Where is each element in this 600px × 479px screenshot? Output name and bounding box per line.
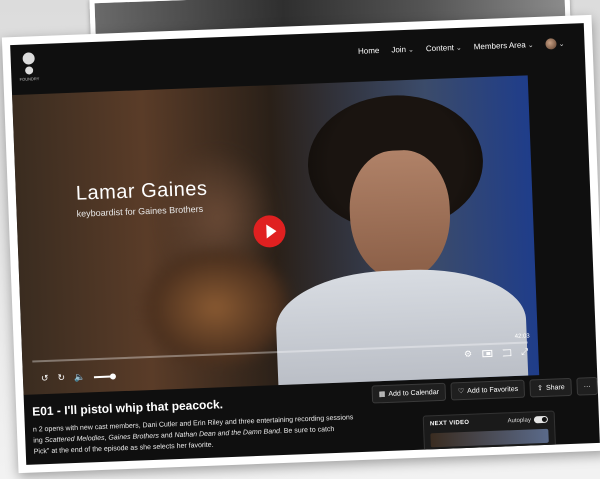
video-subject	[267, 91, 529, 395]
logo-mark	[22, 52, 35, 65]
band-link-scattered-melodies: Scattered Melodies	[44, 434, 105, 445]
share-label: Share	[545, 383, 565, 392]
next-video-panel: NEXT VIDEO Autoplay	[422, 410, 557, 458]
chevron-down-icon: ⌄	[455, 44, 462, 52]
add-to-favorites-label: Add to Favorites	[467, 385, 519, 395]
chevron-down-icon: ⌄	[407, 46, 415, 54]
chevron-down-icon: ⌄	[527, 41, 534, 49]
photo-print-frame: FOUNDRY Home Join ⌄ Content ⌄ Members Area…	[1, 14, 600, 474]
nav-members-area[interactable]: Members Area ⌄	[474, 40, 534, 51]
volume-slider-handle[interactable]	[110, 372, 117, 380]
video-lower-third: Lamar Gaines keyboardist for Gaines Brot…	[75, 178, 208, 219]
overlay-name: Lamar Gaines	[75, 177, 208, 205]
next-video-label: NEXT VIDEO	[429, 419, 470, 427]
top-nav: Home Join ⌄ Content ⌄ Members Area ⌄ ⌄	[358, 38, 565, 57]
nav-home-label: Home	[357, 46, 380, 56]
more-icon: ···	[583, 382, 591, 390]
picture-in-picture-icon[interactable]	[482, 349, 493, 358]
subject-face	[347, 148, 453, 283]
heart-icon: ♡	[457, 387, 465, 396]
logo-text: FOUNDRY	[19, 76, 40, 82]
video-player[interactable]: Lamar Gaines keyboardist for Gaines Brot…	[12, 75, 540, 395]
video-duration: 42:03	[514, 333, 530, 341]
band-link-gaines-brothers: Gaines Brothers	[108, 432, 160, 442]
app-window: FOUNDRY Home Join ⌄ Content ⌄ Members Area…	[10, 23, 600, 465]
cast-icon[interactable]	[501, 349, 512, 357]
avatar	[545, 38, 557, 50]
nav-content[interactable]: Content ⌄	[426, 43, 462, 53]
description-line-2-prefix: ing	[33, 437, 45, 445]
autoplay-control: Autoplay	[507, 415, 549, 425]
volume-slider[interactable]	[94, 372, 117, 380]
gear-icon[interactable]: ⚙	[464, 349, 472, 359]
player-controls-left: ↺ ↻ 🔈	[41, 371, 117, 383]
episode-actions: ▦ Add to Calendar ♡ Add to Favorites ⇪ Shar…	[371, 376, 599, 404]
forward-icon[interactable]: ↻	[57, 372, 65, 382]
share-icon: ⇪	[537, 384, 544, 393]
user-menu[interactable]: ⌄	[545, 38, 565, 50]
nav-join-label: Join	[391, 44, 407, 55]
add-to-calendar-label: Add to Calendar	[388, 388, 440, 398]
episode-title: E01 - I'll pistol whip that peacock.	[31, 397, 224, 419]
subject-shirt	[274, 265, 529, 395]
site-logo[interactable]: FOUNDRY	[14, 52, 43, 85]
logo-mark-small	[24, 66, 34, 75]
nav-home[interactable]: Home	[358, 46, 380, 56]
add-to-calendar-button[interactable]: ▦ Add to Calendar	[371, 382, 447, 404]
description-line-2-suffix: . Be sure to catch	[279, 426, 335, 436]
autoplay-label: Autoplay	[507, 416, 532, 424]
calendar-icon: ▦	[378, 391, 386, 399]
autoplay-toggle[interactable]	[533, 415, 549, 424]
nav-join[interactable]: Join ⌄	[391, 45, 414, 55]
fullscreen-icon[interactable]: ⤢	[521, 347, 529, 357]
add-to-favorites-button[interactable]: ♡ Add to Favorites	[450, 379, 526, 401]
volume-icon[interactable]: 🔈	[74, 372, 86, 382]
band-link-nathan-dean: Nathan Dean and the Damn Band	[174, 428, 281, 440]
nav-content-label: Content	[425, 43, 455, 54]
rewind-icon[interactable]: ↺	[41, 373, 49, 383]
chevron-down-icon: ⌄	[558, 40, 565, 48]
next-video-thumbnail[interactable]	[430, 428, 549, 448]
description-separator-2: and	[158, 432, 175, 440]
nav-members-area-label: Members Area	[473, 40, 526, 52]
episode-description: n 2 opens with new cast members, Dani Cu…	[33, 410, 404, 457]
share-button[interactable]: ⇪ Share	[529, 377, 573, 398]
play-icon	[265, 224, 277, 239]
more-options-button[interactable]: ···	[576, 376, 599, 396]
